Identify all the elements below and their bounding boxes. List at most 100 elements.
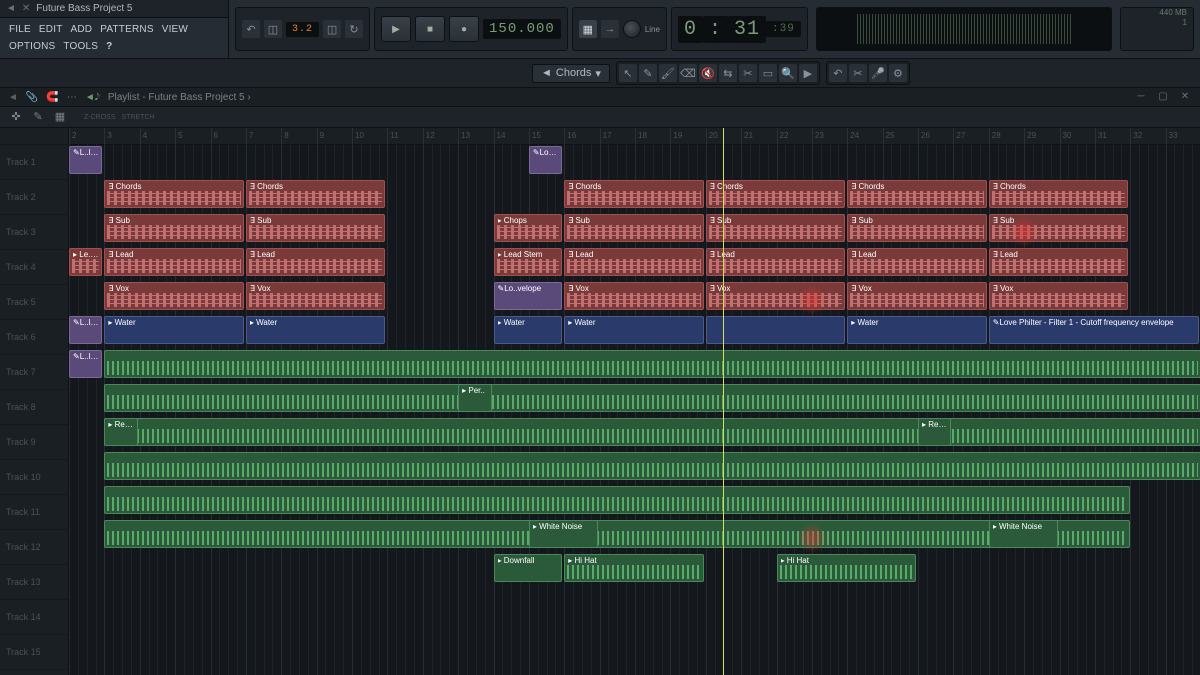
- clip[interactable]: ▸ Chops: [494, 214, 563, 242]
- clip[interactable]: ∃ Sub: [706, 214, 846, 242]
- clip[interactable]: ✎Lo..velope: [494, 282, 563, 310]
- arrow-icon[interactable]: →: [601, 20, 619, 38]
- clip[interactable]: ▸ Re..sh: [104, 418, 137, 446]
- master-waveform[interactable]: [816, 7, 1112, 51]
- clip[interactable]: ✎Love Philter - Filter 1 - Cutoff freque…: [989, 316, 1199, 344]
- clip[interactable]: ∃ Sub: [847, 214, 987, 242]
- track-label[interactable]: Track 3: [0, 215, 68, 250]
- track-label[interactable]: Track 13: [0, 565, 68, 600]
- clip[interactable]: ∃ Lead: [706, 248, 846, 276]
- stop-button[interactable]: ■: [415, 16, 445, 42]
- mic-icon[interactable]: 🎤: [869, 64, 887, 82]
- audio-clip[interactable]: [104, 350, 1200, 378]
- clip[interactable]: ∃ Lead: [847, 248, 987, 276]
- track-label[interactable]: Track 4: [0, 250, 68, 285]
- track-label[interactable]: Track 11: [0, 495, 68, 530]
- arrows-icon[interactable]: ✜: [8, 110, 24, 124]
- clip[interactable]: ∃ Vox: [847, 282, 987, 310]
- menu-tools[interactable]: TOOLS: [60, 39, 101, 54]
- pencil2-icon[interactable]: ✎: [30, 110, 46, 124]
- track-label[interactable]: Track 14: [0, 600, 68, 635]
- clip[interactable]: ▸ Water: [246, 316, 386, 344]
- clip[interactable]: ∃ Chords: [989, 180, 1129, 208]
- track-label[interactable]: Track 10: [0, 460, 68, 495]
- clip[interactable]: ∃ Chords: [706, 180, 846, 208]
- mute-icon[interactable]: 🔇: [699, 64, 717, 82]
- menu-patterns[interactable]: PATTERNS: [97, 22, 156, 37]
- slice-icon[interactable]: ✂: [739, 64, 757, 82]
- countdown-icon[interactable]: ↻: [345, 20, 363, 38]
- snap-combo[interactable]: ◄ Chords ▾: [532, 64, 610, 83]
- pencil-icon[interactable]: ✎: [639, 64, 657, 82]
- clip[interactable]: ∃ Chords: [847, 180, 987, 208]
- clip[interactable]: ✎L..lope: [69, 146, 102, 174]
- cut-icon[interactable]: ✂: [849, 64, 867, 82]
- clip[interactable]: ▸ Le..em: [69, 248, 102, 276]
- play-icon[interactable]: ◄𝅘𝅥𝅮: [85, 92, 100, 103]
- song-mode-icon[interactable]: ▦: [579, 20, 597, 38]
- track-label[interactable]: Track 9: [0, 425, 68, 460]
- cursor-icon[interactable]: ↖: [619, 64, 637, 82]
- clip[interactable]: ∃ Vox: [246, 282, 386, 310]
- erase-icon[interactable]: ⌫: [679, 64, 697, 82]
- clip[interactable]: ∃ Sub: [989, 214, 1129, 242]
- clip[interactable]: ▸ Water: [847, 316, 987, 344]
- settings-icon[interactable]: ⚙: [889, 64, 907, 82]
- undo-icon[interactable]: ↶: [242, 20, 260, 38]
- clip[interactable]: ∃ Sub: [564, 214, 704, 242]
- clip[interactable]: ▸ Re..sh: [918, 418, 951, 446]
- clip[interactable]: ∃ Chords: [564, 180, 704, 208]
- project-tab[interactable]: ◄ ✕ Future Bass Project 5: [0, 0, 228, 18]
- track-label[interactable]: Track 8: [0, 390, 68, 425]
- audio-clip[interactable]: [104, 486, 1130, 514]
- audio-clip[interactable]: [104, 418, 1200, 446]
- close-window-icon[interactable]: ✕: [1178, 91, 1192, 103]
- record-button[interactable]: ●: [449, 16, 479, 42]
- audio-clip[interactable]: [104, 384, 1200, 412]
- clip[interactable]: ✎L..lope: [69, 316, 102, 344]
- swing-knob[interactable]: [623, 20, 641, 38]
- grid-icon[interactable]: ▦: [52, 110, 68, 124]
- metronome-icon[interactable]: ◫: [264, 20, 282, 38]
- zoom-icon[interactable]: 🔍: [779, 64, 797, 82]
- track-label[interactable]: Track 12: [0, 530, 68, 565]
- clip[interactable]: [706, 316, 846, 344]
- clip[interactable]: ∃ Lead: [246, 248, 386, 276]
- dots-icon[interactable]: ⋯: [67, 92, 77, 103]
- magnet-icon[interactable]: 🧲: [46, 92, 58, 103]
- clip[interactable]: ▸ Lead Stem: [494, 248, 563, 276]
- clip[interactable]: ▸ Water: [494, 316, 563, 344]
- menu-file[interactable]: FILE: [6, 22, 34, 37]
- clip[interactable]: ✎Lov..elope: [529, 146, 562, 174]
- minimize-icon[interactable]: ─: [1134, 91, 1148, 103]
- audio-clip[interactable]: [104, 520, 1130, 548]
- clip[interactable]: ▸ Hi Hat: [777, 554, 917, 582]
- clip-icon[interactable]: 📎: [26, 92, 38, 103]
- clip[interactable]: ∃ Chords: [246, 180, 386, 208]
- clip[interactable]: ∃ Lead: [104, 248, 244, 276]
- undo2-icon[interactable]: ↶: [829, 64, 847, 82]
- track-label[interactable]: Track 5: [0, 285, 68, 320]
- menu-add[interactable]: ADD: [68, 22, 96, 37]
- close-icon[interactable]: ✕: [22, 3, 30, 14]
- brush-icon[interactable]: 🖌: [659, 64, 677, 82]
- clip[interactable]: ▸ Per..: [458, 384, 491, 412]
- timeline[interactable]: 2345678910111213141516171819202122232425…: [69, 128, 1200, 675]
- clip[interactable]: ∃ Vox: [989, 282, 1129, 310]
- track-label[interactable]: Track 15: [0, 635, 68, 670]
- clip[interactable]: ∃ Lead: [989, 248, 1129, 276]
- track-label[interactable]: Track 6: [0, 320, 68, 355]
- clip[interactable]: ▸ Hi Hat: [564, 554, 704, 582]
- clip[interactable]: ∃ Sub: [104, 214, 244, 242]
- clip[interactable]: ▸ White Noise: [529, 520, 598, 548]
- track-label[interactable]: Track 2: [0, 180, 68, 215]
- playhead[interactable]: [723, 128, 724, 675]
- clip[interactable]: ▸ Water: [564, 316, 704, 344]
- audio-clip[interactable]: [104, 452, 1200, 480]
- play-button[interactable]: ▶: [381, 16, 411, 42]
- bar-ruler[interactable]: 2345678910111213141516171819202122232425…: [69, 128, 1200, 145]
- tempo-display[interactable]: 150.000: [483, 19, 561, 39]
- clip[interactable]: ✎L..lope: [69, 350, 102, 378]
- clip[interactable]: ∃ Chords: [104, 180, 244, 208]
- pattern-counter[interactable]: 3.2: [286, 22, 319, 37]
